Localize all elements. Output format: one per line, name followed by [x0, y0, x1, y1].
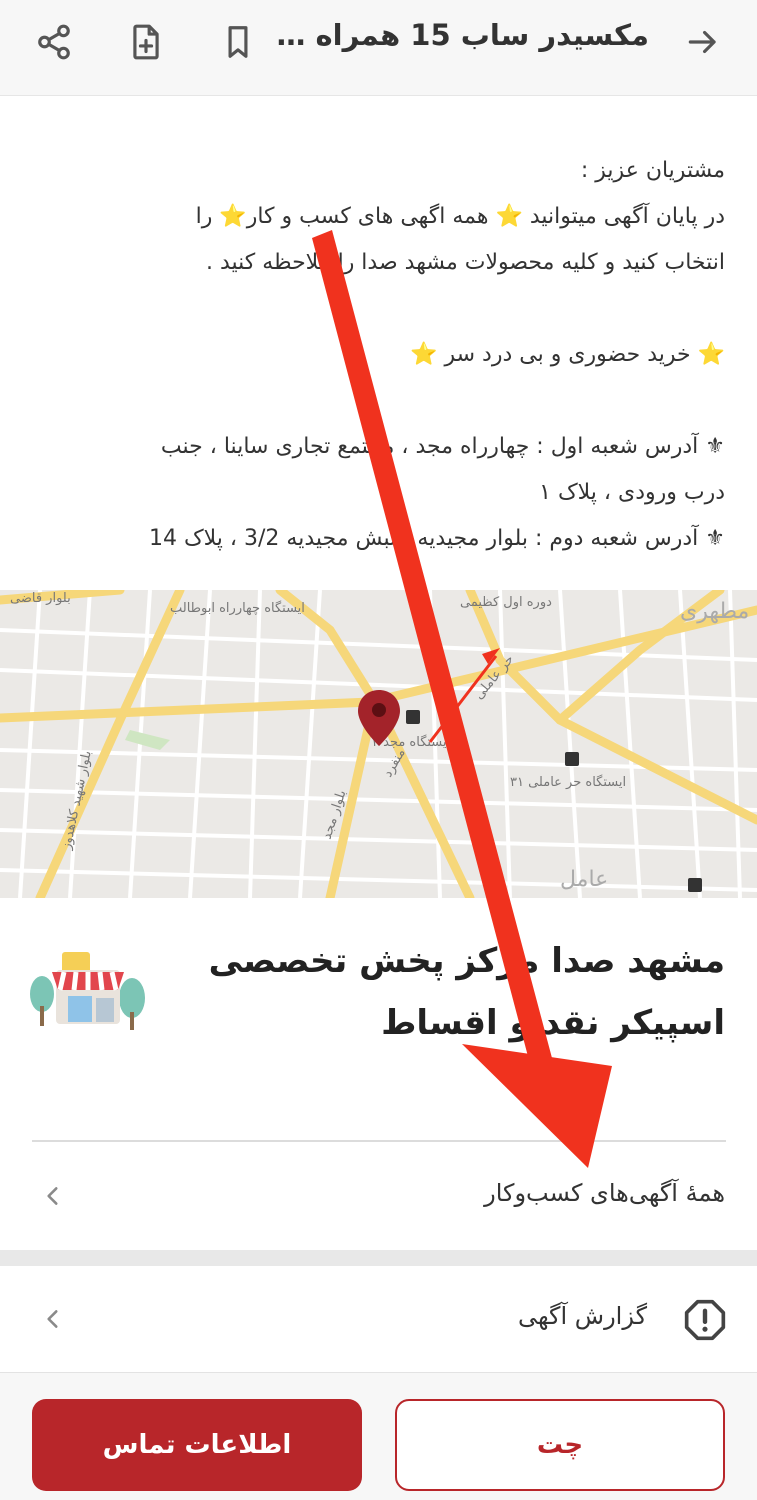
contact-info-button[interactable]: اطلاعات تماس: [32, 1399, 362, 1491]
description-line: ⭐ خرید حضوری و بی درد سر ⭐: [410, 342, 725, 367]
description-line: انتخاب کنید و کلیه محصولات مشهد صدا را م…: [205, 250, 725, 275]
warning-octagon-icon: [684, 1299, 726, 1341]
business-name-line: مشهد صدا مرکز پخش تخصصی: [208, 941, 725, 981]
bookmark-icon: [228, 26, 248, 58]
ad-title: مکسیدر ساب 15 همراه آ...: [269, 18, 649, 52]
description-line: ⚜ آدرس شعبه دوم : بلوار مجیدیه ، نبش مجی…: [148, 526, 725, 551]
report-ad-label: گزارش آگهی: [517, 1302, 647, 1330]
description-line: در پایان آگهی میتوانید ⭐ همه اگهی های کس…: [195, 204, 725, 229]
description-line: مشتریان عزیز :: [580, 158, 725, 183]
section-separator: [0, 1250, 757, 1266]
all-business-ads-label: همهٔ آگهی‌های کسب‌وکار: [484, 1179, 725, 1207]
chevron-left-icon: [47, 1310, 58, 1328]
report-ad-link[interactable]: گزارش آگهی: [0, 1268, 757, 1372]
top-app-bar: مکسیدر ساب 15 همراه آ...: [0, 0, 757, 96]
all-business-ads-link[interactable]: همهٔ آگهی‌های کسب‌وکار: [0, 1145, 757, 1249]
back-button[interactable]: [681, 20, 725, 64]
business-name[interactable]: مشهد صدا مرکز پخش تخصصی اسپیکر نقد و اقس…: [205, 930, 725, 1054]
location-map[interactable]: بلوار قاضی ایستگاه چهارراه ابوطالب دوره …: [0, 590, 757, 898]
map-label: ایستگاه حر عاملی ۳۱: [510, 774, 626, 790]
divider: [32, 1140, 726, 1142]
arrow-right-icon: [688, 30, 716, 54]
share-icon: [38, 24, 70, 60]
map-label: بلوار قاضی: [10, 591, 71, 606]
business-shop-icon: [30, 952, 145, 1030]
business-name-line: اسپیکر نقد و اقساط: [381, 1003, 725, 1043]
description-line: درب ورودی ، پلاک ۱: [539, 480, 725, 505]
map-label: ایستگاه چهارراه ابوطالب: [170, 600, 305, 616]
chat-button[interactable]: چت: [395, 1399, 725, 1491]
bottom-action-bar: اطلاعات تماس چت: [0, 1372, 757, 1500]
chevron-left-icon: [47, 1187, 58, 1205]
map-label: عامل: [560, 867, 608, 892]
share-button[interactable]: [32, 20, 76, 64]
map-label: دوره اول کظیمی: [460, 595, 552, 610]
note-add-icon: [133, 24, 159, 60]
add-note-button[interactable]: [124, 20, 168, 64]
map-label: شهید مطهری: [680, 599, 757, 624]
ad-description: مشتریان عزیز : در پایان آگهی میتوانید ⭐ …: [35, 148, 725, 562]
description-line: ⚜ آدرس شعبه اول : چهارراه مجد ، مجتمع تج…: [160, 434, 725, 459]
bookmark-button[interactable]: [216, 20, 260, 64]
